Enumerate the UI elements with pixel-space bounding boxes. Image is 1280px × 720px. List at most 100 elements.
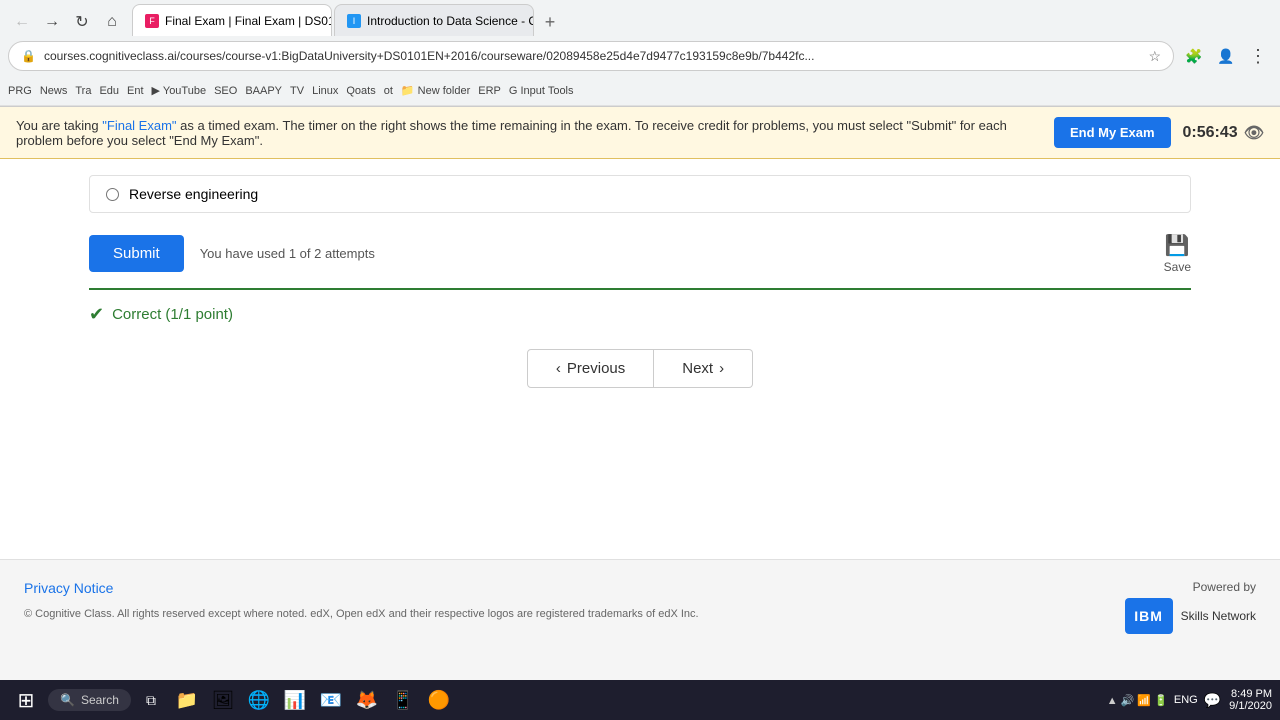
- forward-button[interactable]: →: [38, 8, 66, 36]
- bookmark-newfolder[interactable]: 📁 New folder: [401, 84, 470, 97]
- address-bar[interactable]: 🔒 courses.cognitiveclass.ai/courses/cour…: [8, 41, 1174, 71]
- bookmark-tra[interactable]: Tra: [75, 85, 91, 97]
- content-area: Reverse engineering Submit You have used…: [65, 159, 1215, 428]
- previous-button[interactable]: ‹ Previous: [527, 349, 654, 388]
- powered-by-text: Powered by: [1193, 580, 1256, 594]
- taskbar-icon-task-view[interactable]: ⧉: [135, 684, 167, 716]
- timer-value: 0:56:43: [1183, 124, 1238, 142]
- bookmark-tv[interactable]: TV: [290, 85, 304, 97]
- prev-label: Previous: [567, 360, 625, 377]
- radio-label-reverse: Reverse engineering: [129, 186, 258, 202]
- address-bar-row: 🔒 courses.cognitiveclass.ai/courses/cour…: [0, 36, 1280, 76]
- save-label: Save: [1164, 260, 1191, 274]
- search-label: Search: [81, 693, 119, 707]
- address-text: courses.cognitiveclass.ai/courses/course…: [44, 49, 1140, 63]
- taskbar-time: 8:49 PM: [1231, 688, 1272, 700]
- copyright-text: © Cognitive Class. All rights reserved e…: [24, 608, 699, 620]
- bookmark-edu[interactable]: Edu: [99, 85, 119, 97]
- eye-icon[interactable]: 👁: [1244, 123, 1264, 143]
- taskbar-icon-excel[interactable]: 📊: [279, 684, 311, 716]
- taskbar-icon-outlook[interactable]: 📧: [315, 684, 347, 716]
- new-tab-button[interactable]: +: [536, 8, 564, 36]
- correct-text: Correct (1/1 point): [112, 306, 233, 323]
- taskbar-icon-explorer[interactable]: 📁: [171, 684, 203, 716]
- next-arrow-icon: ›: [719, 360, 724, 377]
- save-button[interactable]: 💾 Save: [1164, 233, 1191, 274]
- start-button[interactable]: ⊞: [8, 682, 44, 718]
- lang-indicator: ENG: [1174, 694, 1198, 706]
- bookmark-ent[interactable]: Ent: [127, 85, 144, 97]
- taskbar: ⊞ 🔍 Search ⧉ 📁 🖼 🌐 📊 📧 🦊 📱 🟠 ▲ 🔊 📶 🔋 ENG…: [0, 680, 1280, 720]
- tab-intro[interactable]: I Introduction to Data Science - C... ✕: [334, 4, 534, 36]
- nav-buttons: ‹ Previous Next ›: [89, 349, 1191, 388]
- back-button[interactable]: ←: [8, 8, 36, 36]
- search-icon: 🔍: [60, 693, 75, 707]
- ibm-logo-text: IBM: [1134, 608, 1163, 624]
- taskbar-icon-chrome[interactable]: 🌐: [243, 684, 275, 716]
- tab-favicon-1: F: [145, 14, 159, 28]
- footer-right: Powered by IBM Skills Network: [1125, 580, 1256, 634]
- submit-left: Submit You have used 1 of 2 attempts: [89, 235, 375, 272]
- correct-divider: [89, 288, 1191, 290]
- profile-button[interactable]: 👤: [1212, 42, 1240, 70]
- submit-button[interactable]: Submit: [89, 235, 184, 272]
- radio-input-reverse[interactable]: [106, 188, 119, 201]
- tab-favicon-2: I: [347, 14, 361, 28]
- taskbar-icon-app1[interactable]: 📱: [387, 684, 419, 716]
- footer: Privacy Notice © Cognitive Class. All ri…: [0, 559, 1280, 654]
- privacy-notice-link[interactable]: Privacy Notice: [24, 580, 113, 596]
- radio-option-reverse[interactable]: Reverse engineering: [89, 175, 1191, 213]
- taskbar-icon-app2[interactable]: 🟠: [423, 684, 455, 716]
- star-icon[interactable]: ☆: [1148, 48, 1161, 65]
- next-button[interactable]: Next ›: [654, 349, 753, 388]
- bookmark-ot[interactable]: ot: [384, 85, 393, 97]
- taskbar-icon-firefox[interactable]: 🦊: [351, 684, 383, 716]
- end-exam-button[interactable]: End My Exam: [1054, 117, 1171, 148]
- taskbar-chat-icon[interactable]: 💬: [1204, 692, 1221, 709]
- bookmark-baapy[interactable]: BAAPY: [245, 85, 282, 97]
- extensions-button[interactable]: 🧩: [1180, 42, 1208, 70]
- ibm-logo: IBM Skills Network: [1125, 598, 1256, 634]
- taskbar-search[interactable]: 🔍 Search: [48, 689, 131, 711]
- tab-bar: ← → ↻ ⌂ F Final Exam | Final Exam | DS01…: [0, 0, 1280, 36]
- footer-left: Privacy Notice © Cognitive Class. All ri…: [24, 580, 699, 620]
- home-button[interactable]: ⌂: [98, 8, 126, 36]
- bookmark-erp[interactable]: ERP: [478, 85, 501, 97]
- bookmark-seo[interactable]: SEO: [214, 85, 237, 97]
- exam-banner-text: You are taking "Final Exam" as a timed e…: [16, 118, 1054, 148]
- ibm-logo-box: IBM: [1125, 598, 1173, 634]
- bookmark-qoats[interactable]: Qoats: [346, 85, 375, 97]
- main-content: Reverse engineering Submit You have used…: [0, 159, 1280, 559]
- exam-banner-right: End My Exam 0:56:43 👁: [1054, 117, 1264, 148]
- exam-banner: You are taking "Final Exam" as a timed e…: [0, 107, 1280, 159]
- bookmark-youtube[interactable]: ▶ YouTube: [152, 84, 207, 97]
- submit-row: Submit You have used 1 of 2 attempts 💾 S…: [89, 233, 1191, 274]
- skills-network-text: Skills Network: [1181, 609, 1256, 623]
- tab-label-2: Introduction to Data Science - C...: [367, 14, 534, 28]
- systray: ▲ 🔊 📶 🔋 ENG 💬: [1107, 692, 1221, 709]
- lock-icon: 🔒: [21, 49, 36, 63]
- checkmark-icon: ✔: [89, 304, 104, 325]
- banner-text-before: You are taking: [16, 118, 102, 133]
- taskbar-icon-photos[interactable]: 🖼: [207, 684, 239, 716]
- exam-timer: 0:56:43 👁: [1183, 123, 1264, 143]
- taskbar-right: ▲ 🔊 📶 🔋 ENG 💬 8:49 PM 9/1/2020: [1107, 688, 1272, 712]
- menu-button[interactable]: ⋮: [1244, 42, 1272, 70]
- tab-label-1: Final Exam | Final Exam | DS0101...: [165, 14, 332, 28]
- taskbar-date: 9/1/2020: [1229, 700, 1272, 712]
- bookmarks-bar: PRG News Tra Edu Ent ▶ YouTube SEO BAAPY…: [0, 76, 1280, 106]
- correct-row: ✔ Correct (1/1 point): [89, 304, 1191, 325]
- attempts-text: You have used 1 of 2 attempts: [200, 246, 375, 261]
- tab-final-exam[interactable]: F Final Exam | Final Exam | DS0101... ✕: [132, 4, 332, 36]
- bookmark-inputtools[interactable]: G Input Tools: [509, 85, 574, 97]
- bookmark-prg[interactable]: PRG: [8, 85, 32, 97]
- next-label: Next: [682, 360, 713, 377]
- final-exam-link[interactable]: "Final Exam": [102, 118, 176, 133]
- systray-icons: ▲ 🔊 📶 🔋: [1107, 694, 1168, 707]
- refresh-button[interactable]: ↻: [68, 8, 96, 36]
- browser-chrome: ← → ↻ ⌂ F Final Exam | Final Exam | DS01…: [0, 0, 1280, 107]
- bookmark-linux[interactable]: Linux: [312, 85, 338, 97]
- save-icon: 💾: [1165, 233, 1190, 258]
- prev-arrow-icon: ‹: [556, 360, 561, 377]
- bookmark-news[interactable]: News: [40, 85, 68, 97]
